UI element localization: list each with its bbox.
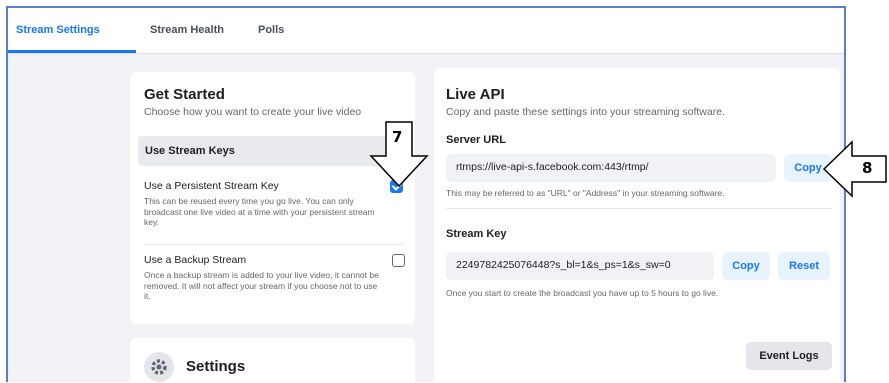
- divider: [446, 208, 832, 209]
- server-url-label: Server URL: [446, 134, 506, 146]
- use-stream-keys-label: Use Stream Keys: [145, 145, 235, 157]
- settings-title: Settings: [186, 358, 246, 375]
- callout-8-arrow: 8: [822, 140, 888, 198]
- tab-stream-health[interactable]: Stream Health: [150, 24, 224, 36]
- get-started-subtitle: Choose how you want to create your live …: [144, 106, 362, 118]
- copy-stream-key-button[interactable]: Copy: [722, 252, 770, 280]
- stream-settings-frame: Stream Settings Stream Health Polls Get …: [6, 6, 846, 382]
- divider: [144, 244, 404, 245]
- tab-bar: Stream Settings Stream Health Polls: [8, 8, 844, 54]
- settings-card[interactable]: Settings: [130, 338, 415, 382]
- reset-stream-key-button[interactable]: Reset: [778, 252, 830, 280]
- callout-7-number: 7: [392, 128, 403, 146]
- backup-stream-checkbox[interactable]: [392, 254, 405, 267]
- server-url-field[interactable]: rtmps://live-api-s.facebook.com:443/rtmp…: [446, 154, 776, 182]
- backup-stream-label: Use a Backup Stream: [144, 254, 247, 266]
- get-started-card: Get Started Choose how you want to creat…: [130, 72, 415, 324]
- tab-polls[interactable]: Polls: [258, 24, 284, 36]
- live-api-subtitle: Copy and paste these settings into your …: [446, 106, 725, 118]
- server-url-note: This may be referred to as "URL" or "Add…: [446, 188, 725, 198]
- stream-key-label: Stream Key: [446, 228, 507, 240]
- live-api-title: Live API: [446, 86, 505, 103]
- live-api-card: Live API Copy and paste these settings i…: [434, 68, 840, 382]
- stream-key-field[interactable]: 2249782425076448?s_bl=1&s_ps=1&s_sw=0: [446, 252, 714, 280]
- stream-key-note: Once you start to create the broadcast y…: [446, 288, 719, 298]
- event-logs-button[interactable]: Event Logs: [746, 342, 832, 370]
- get-started-title: Get Started: [144, 86, 225, 103]
- tab-stream-settings[interactable]: Stream Settings: [16, 24, 100, 36]
- persistent-key-label: Use a Persistent Stream Key: [144, 180, 279, 192]
- persistent-key-description: This can be reused every time you go liv…: [144, 196, 375, 227]
- active-tab-indicator: [8, 50, 136, 53]
- callout-8-number: 8: [862, 159, 873, 177]
- callout-7-arrow: 7: [368, 120, 430, 188]
- backup-stream-description: Once a backup stream is added to your li…: [144, 270, 379, 301]
- gear-icon: [144, 352, 174, 382]
